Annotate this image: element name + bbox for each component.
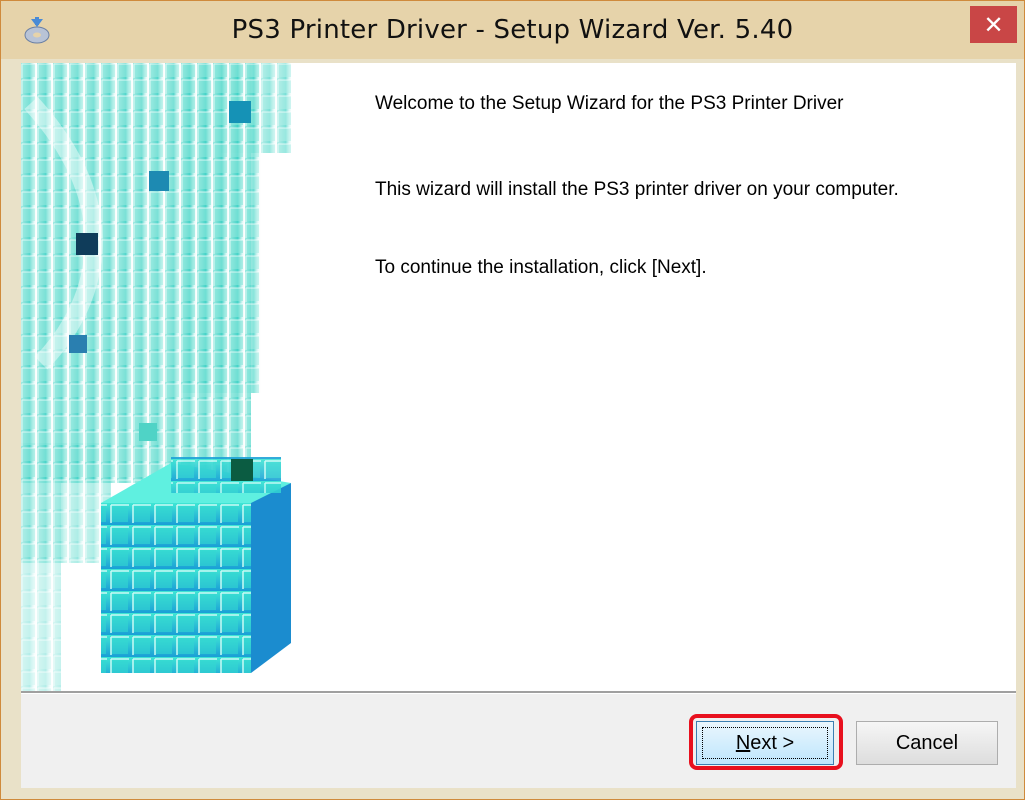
wizard-text: Welcome to the Setup Wizard for the PS3 … bbox=[375, 93, 975, 279]
setup-wizard-window: PS3 Printer Driver - Setup Wizard Ver. 5… bbox=[0, 0, 1025, 800]
window-title: PS3 Printer Driver - Setup Wizard Ver. 5… bbox=[231, 15, 794, 45]
continue-instruction: To continue the installation, click [Nex… bbox=[375, 257, 707, 278]
cube-artwork-image bbox=[21, 63, 291, 691]
wizard-description: This wizard will install the PS3 printer… bbox=[375, 179, 899, 200]
welcome-heading: Welcome to the Setup Wizard for the PS3 … bbox=[375, 93, 844, 114]
cancel-button-label: Cancel bbox=[895, 731, 959, 754]
next-button-highlight bbox=[689, 714, 843, 770]
close-button[interactable]: ✕ bbox=[970, 6, 1017, 43]
cancel-button[interactable]: Cancel bbox=[856, 721, 998, 765]
title-bar[interactable]: PS3 Printer Driver - Setup Wizard Ver. 5… bbox=[1, 1, 1024, 59]
button-bar: Next > Cancel bbox=[21, 694, 1016, 788]
wizard-content: Welcome to the Setup Wizard for the PS3 … bbox=[21, 63, 1016, 691]
close-icon: ✕ bbox=[983, 10, 1004, 39]
